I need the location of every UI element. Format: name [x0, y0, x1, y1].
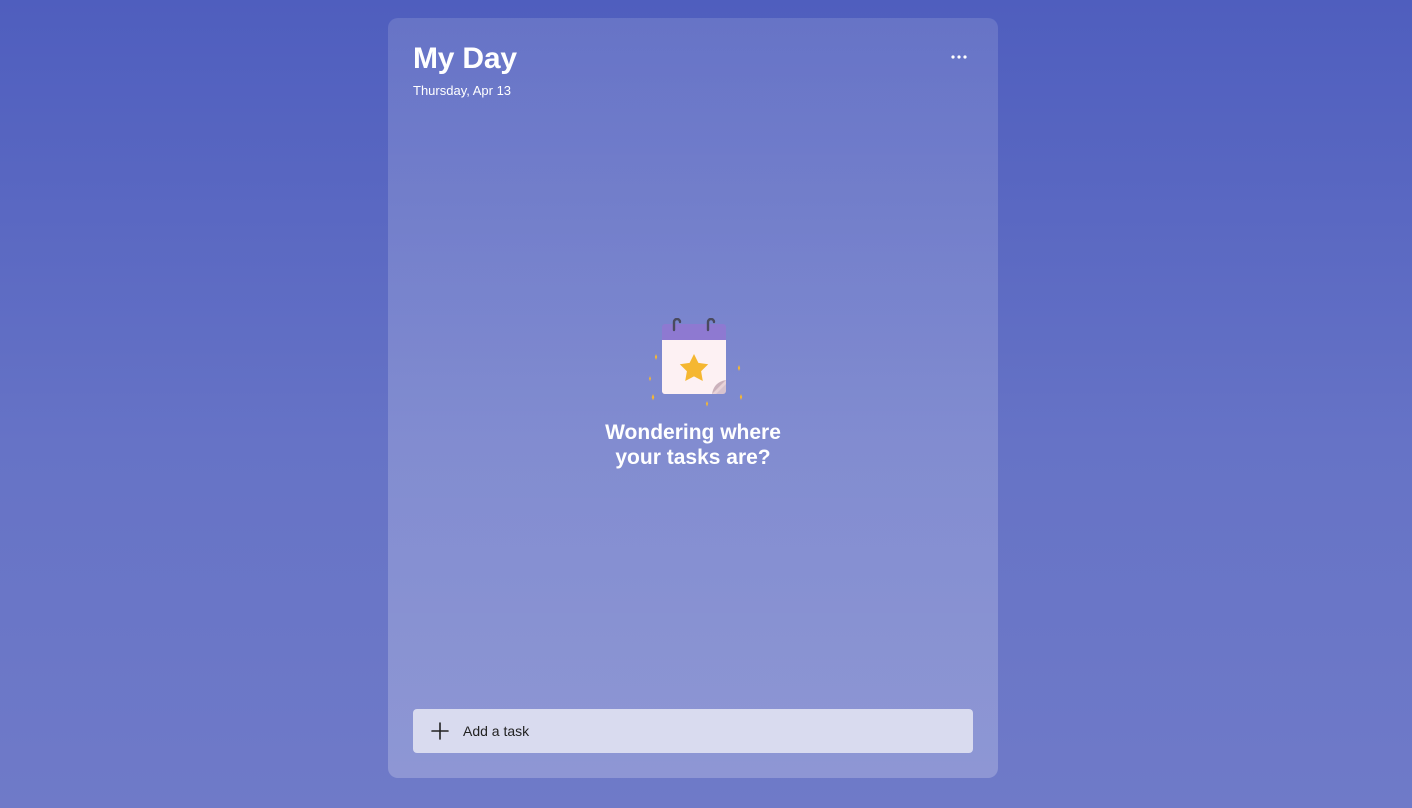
page-date: Thursday, Apr 13: [413, 83, 512, 98]
page-title: My Day: [413, 42, 517, 75]
more-options-button[interactable]: [944, 45, 974, 69]
add-task-label: Add a task: [463, 723, 530, 739]
my-day-panel: My Day Thursday, Apr 13 Wondering where …: [388, 18, 998, 778]
more-horizontal-icon: [951, 55, 967, 59]
empty-state-message: Wondering where your tasks are?: [605, 421, 781, 469]
add-task-input[interactable]: Add a task: [413, 709, 973, 753]
plus-icon: [431, 722, 449, 740]
calendar-star-icon: [649, 318, 743, 407]
empty-state: Wondering where your tasks are?: [388, 318, 998, 470]
